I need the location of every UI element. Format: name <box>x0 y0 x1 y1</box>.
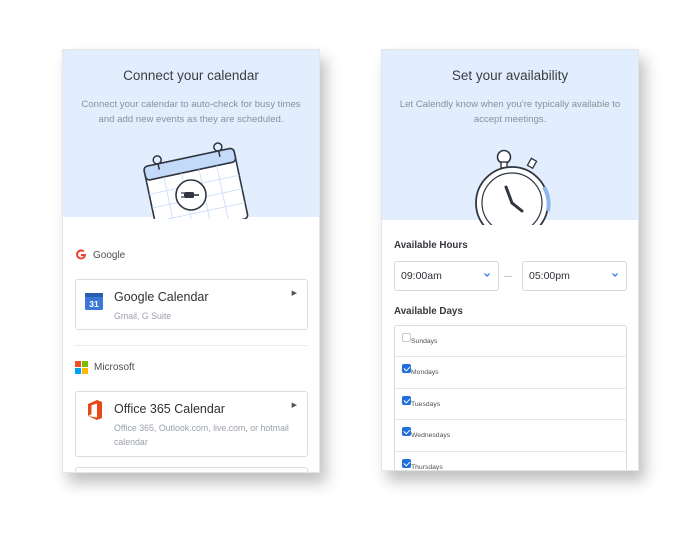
day-row-mondays[interactable]: Mondays <box>395 357 626 389</box>
office365-calendar-title: Office 365 Calendar <box>114 402 225 416</box>
checkbox-icon[interactable] <box>402 458 411 468</box>
day-label: Wednesdays <box>411 432 451 440</box>
google-provider-label: Google <box>75 249 125 261</box>
checkbox-icon[interactable] <box>402 333 411 342</box>
microsoft-logo-icon <box>75 361 88 374</box>
calendar-illustration-icon <box>143 142 249 219</box>
google-calendar-title: Google Calendar <box>114 290 209 304</box>
microsoft-label-text: Microsoft <box>94 362 135 373</box>
checkbox-icon[interactable] <box>402 427 411 437</box>
end-time-value: 05:00pm <box>529 270 570 282</box>
next-calendar-option[interactable] <box>75 467 308 472</box>
availability-card: Set your availability Let Calendly know … <box>381 49 639 471</box>
office365-calendar-option[interactable]: Office 365 Calendar Office 365, Outlook.… <box>75 391 308 457</box>
page-description: Let Calendly know when you're typically … <box>399 99 621 125</box>
checkbox-icon[interactable] <box>402 395 411 405</box>
end-time-select[interactable]: 05:00pm <box>522 261 627 291</box>
day-row-sundays[interactable]: Sundays <box>395 326 626 358</box>
caret-right-icon: ▶ <box>291 290 297 297</box>
google-calendar-subtitle: Gmail, G Suite <box>114 311 172 321</box>
day-label: Tuesdays <box>411 400 441 408</box>
checkbox-icon[interactable] <box>402 364 411 374</box>
start-time-select[interactable]: 09:00am <box>394 261 499 291</box>
available-days-label: Available Days <box>394 306 463 317</box>
google-calendar-option[interactable]: 31 Google Calendar Gmail, G Suite ▶ <box>75 279 308 330</box>
caret-right-icon: ▶ <box>291 402 297 409</box>
chevron-down-icon <box>612 273 618 277</box>
day-label: Mondays <box>411 369 439 377</box>
connect-hero: Connect your calendar Connect your calen… <box>63 50 319 219</box>
day-label: Thursdays <box>411 463 443 471</box>
available-hours-label: Available Hours <box>394 240 468 251</box>
day-row-wednesdays[interactable]: Wednesdays <box>395 420 626 452</box>
time-range-dash <box>504 276 512 277</box>
day-row-tuesdays[interactable]: Tuesdays <box>395 389 626 421</box>
google-g-icon <box>76 249 86 260</box>
microsoft-provider-label: Microsoft <box>75 361 135 374</box>
google-label-text: Google <box>93 249 126 261</box>
connect-calendar-card: Connect your calendar Connect your calen… <box>62 49 320 473</box>
available-days-list: Sundays Mondays Tuesdays Wednesdays Thur… <box>394 325 627 471</box>
stopwatch-illustration-icon <box>475 149 551 225</box>
day-row-thursdays[interactable]: Thursdays <box>395 452 626 471</box>
day-label: Sundays <box>411 338 438 345</box>
page-description: Connect your calendar to auto-check for … <box>81 99 301 125</box>
office-icon <box>88 400 102 420</box>
office365-calendar-subtitle: Office 365, Outlook.com, live.com, or ho… <box>114 423 289 447</box>
chevron-down-icon <box>484 273 490 277</box>
plug-icon <box>175 179 207 211</box>
google-calendar-icon-text: 31 <box>89 299 99 309</box>
page-title: Connect your calendar <box>123 68 259 83</box>
availability-hero: Set your availability Let Calendly know … <box>382 50 638 225</box>
page-title: Set your availability <box>451 68 569 83</box>
divider <box>75 345 308 346</box>
start-time-value: 09:00am <box>401 270 442 282</box>
google-calendar-icon: 31 <box>85 293 103 310</box>
